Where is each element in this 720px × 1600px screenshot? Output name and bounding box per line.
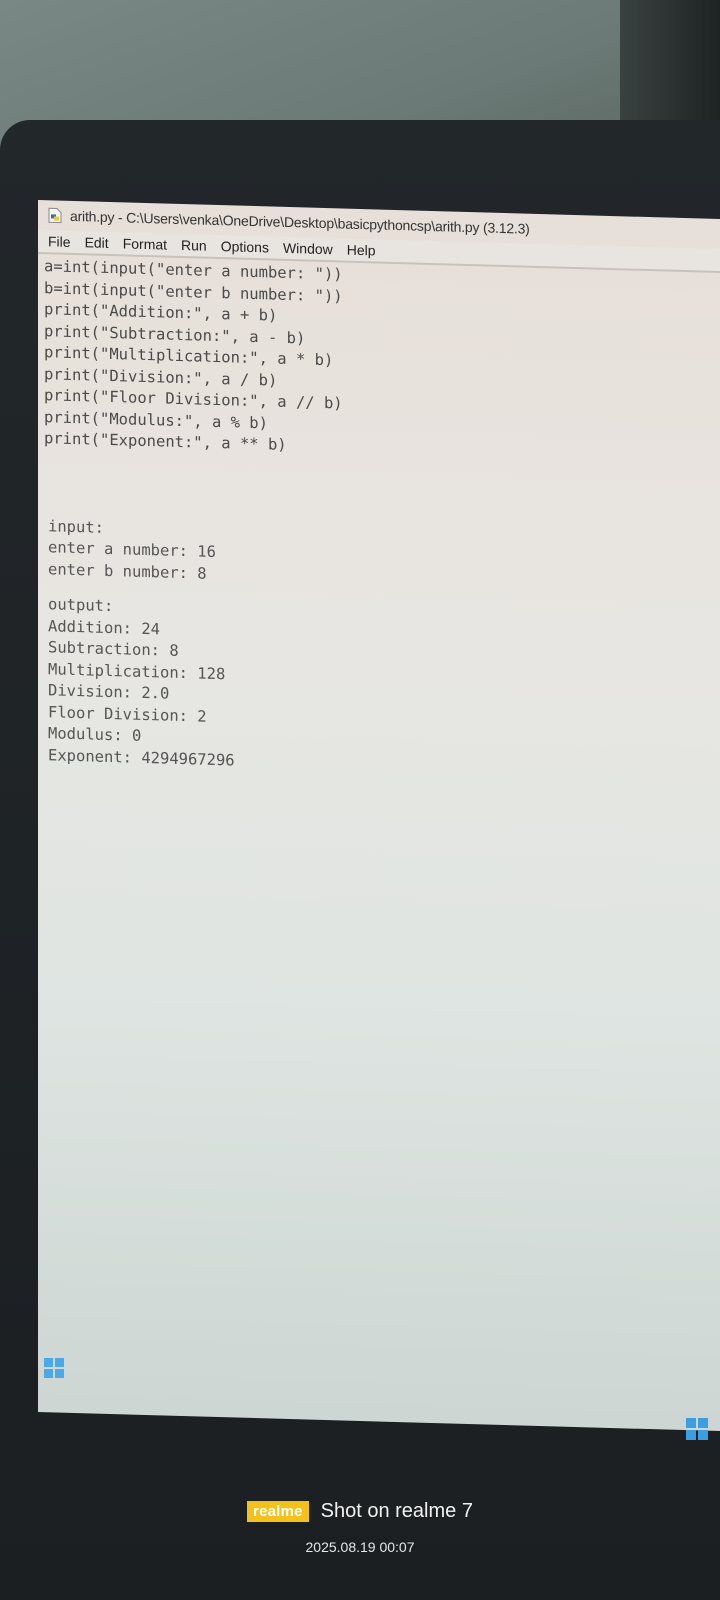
menu-format[interactable]: Format — [123, 235, 167, 252]
watermark-row: realme Shot on realme 7 — [247, 1500, 473, 1523]
menu-file[interactable]: File — [48, 233, 71, 250]
menu-help[interactable]: Help — [347, 242, 376, 259]
menu-run[interactable]: Run — [181, 237, 207, 254]
windows-icon[interactable] — [686, 1418, 708, 1440]
windows-icon[interactable] — [44, 1358, 64, 1378]
menu-edit[interactable]: Edit — [85, 234, 109, 251]
camera-watermark: realme Shot on realme 7 2025.08.19 00:07 — [0, 1500, 720, 1555]
menu-options[interactable]: Options — [221, 238, 269, 255]
watermark-text: Shot on realme 7 — [320, 1500, 473, 1522]
output-section[interactable]: output: Addition: 24 Subtraction: 8 Mult… — [44, 594, 720, 785]
menu-window[interactable]: Window — [283, 240, 333, 257]
python-file-icon — [48, 207, 62, 224]
watermark-datetime: 2025.08.19 00:07 — [305, 1539, 415, 1555]
laptop-screen: arith.py - C:\Users\venka\OneDrive\Deskt… — [38, 200, 720, 1432]
code-editor[interactable]: a=int(input("enter a number: ")) b=int(i… — [38, 254, 720, 785]
brand-badge: realme — [247, 1501, 309, 1522]
